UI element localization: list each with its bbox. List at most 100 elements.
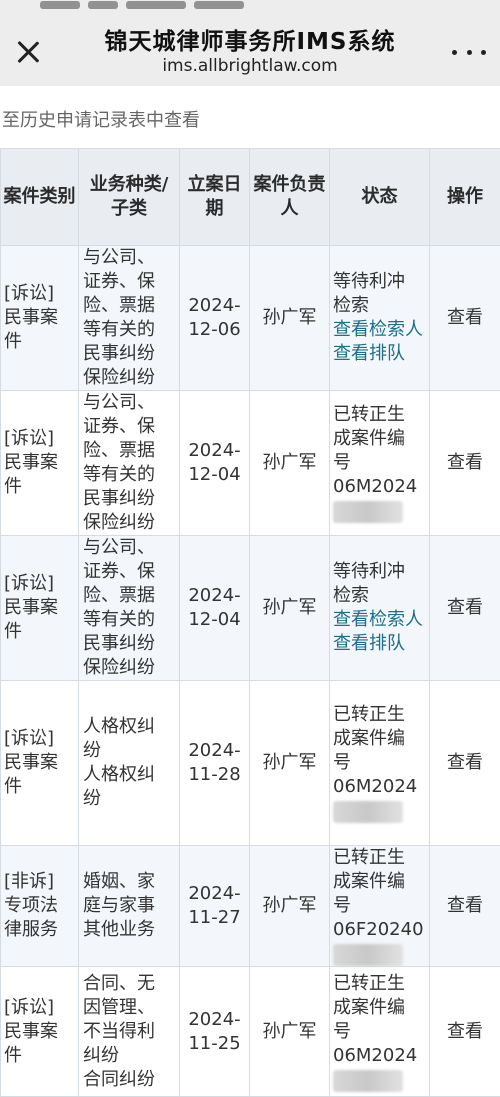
business-text: 民事纠纷 xyxy=(83,342,175,366)
view-button[interactable]: 查看 xyxy=(430,681,500,846)
category-text: [非诉] xyxy=(4,870,74,894)
category-text: [诉讼] xyxy=(4,996,74,1020)
column-header-status: 状态 xyxy=(330,149,430,246)
redacted-case-number xyxy=(333,501,403,523)
business-text: 与公司、 xyxy=(83,246,175,270)
table-row: [诉讼]民事案件人格权纠纷人格权纠纷2024-11-28孙广军已转正生成案件编号… xyxy=(1,681,500,846)
cell-category: [诉讼]民事案件 xyxy=(1,967,79,1097)
table-row: [诉讼]民事案件合同、无因管理、不当得利纠纷合同纠纷2024-11-25孙广军已… xyxy=(1,967,500,1097)
cell-business: 人格权纠纷人格权纠纷 xyxy=(79,681,180,846)
status-text: 06F20240 xyxy=(333,918,425,942)
close-icon[interactable] xyxy=(12,36,44,68)
cell-status: 等待利冲检索查看检索人查看排队 xyxy=(330,246,430,391)
view-button[interactable]: 查看 xyxy=(430,246,500,391)
cell-date: 2024-12-04 xyxy=(180,391,250,536)
date-text: 11-27 xyxy=(184,906,245,930)
status-text: 已转正生 xyxy=(333,403,425,427)
view-button[interactable]: 查看 xyxy=(430,391,500,536)
business-text: 其他业务 xyxy=(83,918,175,942)
category-text: [诉讼] xyxy=(4,572,74,596)
case-table: 案件类别 业务种类/子类 立案日期 案件负责人 状态 操作 [诉讼]民事案件与公… xyxy=(0,148,500,1097)
business-text: 纷 xyxy=(83,739,175,763)
business-text: 纠纷 xyxy=(83,1044,175,1068)
cell-category: [诉讼]民事案件 xyxy=(1,536,79,681)
business-text: 险、票据 xyxy=(83,439,175,463)
status-text: 成案件编 xyxy=(333,870,425,894)
business-text: 险、票据 xyxy=(83,294,175,318)
status-text: 成案件编 xyxy=(333,427,425,451)
cell-owner: 孙广军 xyxy=(250,846,330,967)
cell-date: 2024-11-27 xyxy=(180,846,250,967)
category-text: [诉讼] xyxy=(4,282,74,306)
cell-owner: 孙广军 xyxy=(250,681,330,846)
view-queue-link[interactable]: 查看排队 xyxy=(333,632,425,656)
business-text: 证券、保 xyxy=(83,270,175,294)
status-bar xyxy=(0,0,500,12)
redacted-case-number xyxy=(333,944,403,966)
status-text: 检索 xyxy=(333,584,425,608)
category-text: [诉讼] xyxy=(4,727,74,751)
status-text: 06M2024 xyxy=(333,475,425,499)
view-queue-link[interactable]: 查看排队 xyxy=(333,342,425,366)
status-text: 已转正生 xyxy=(333,972,425,996)
cell-status: 已转正生成案件编号06M2024 xyxy=(330,681,430,846)
status-text: 已转正生 xyxy=(333,703,425,727)
view-searcher-link[interactable]: 查看检索人 xyxy=(333,318,425,342)
cell-date: 2024-12-06 xyxy=(180,246,250,391)
table-row: [诉讼]民事案件与公司、证券、保险、票据等有关的民事纠纷保险纠纷2024-12-… xyxy=(1,246,500,391)
date-text: 12-04 xyxy=(184,463,245,487)
cell-business: 与公司、证券、保险、票据等有关的民事纠纷保险纠纷 xyxy=(79,246,180,391)
date-text: 11-25 xyxy=(184,1032,245,1056)
status-text: 06M2024 xyxy=(333,1044,425,1068)
date-text: 11-28 xyxy=(184,763,245,787)
redacted-case-number xyxy=(333,1070,403,1092)
business-text: 合同纠纷 xyxy=(83,1068,175,1092)
business-text: 婚姻、家 xyxy=(83,870,175,894)
table-header-row: 案件类别 业务种类/子类 立案日期 案件负责人 状态 操作 xyxy=(1,149,500,246)
cell-date: 2024-11-25 xyxy=(180,967,250,1097)
page-url: ims.allbrightlaw.com xyxy=(70,56,430,76)
cell-status: 已转正生成案件编号06M2024 xyxy=(330,391,430,536)
column-header-business: 业务种类/子类 xyxy=(79,149,180,246)
status-text: 号 xyxy=(333,1020,425,1044)
business-text: 证券、保 xyxy=(83,415,175,439)
business-text: 人格权纠 xyxy=(83,715,175,739)
view-button[interactable]: 查看 xyxy=(430,967,500,1097)
cell-category: [诉讼]民事案件 xyxy=(1,391,79,536)
business-text: 保险纠纷 xyxy=(83,656,175,680)
category-text: 民事案件 xyxy=(4,1020,74,1068)
status-text: 号 xyxy=(333,751,425,775)
column-header-category: 案件类别 xyxy=(1,149,79,246)
cell-business: 与公司、证券、保险、票据等有关的民事纠纷保险纠纷 xyxy=(79,391,180,536)
table-row: [非诉]专项法律服务婚姻、家庭与家事其他业务2024-11-27孙广军已转正生成… xyxy=(1,846,500,967)
page-title: 锦天城律师事务所IMS系统 xyxy=(70,22,430,56)
business-text: 人格权纠 xyxy=(83,763,175,787)
table-row: [诉讼]民事案件与公司、证券、保险、票据等有关的民事纠纷保险纠纷2024-12-… xyxy=(1,536,500,681)
category-text: 民事案件 xyxy=(4,306,74,354)
business-text: 不当得利 xyxy=(83,1020,175,1044)
business-text: 等有关的 xyxy=(83,318,175,342)
cell-status: 等待利冲检索查看检索人查看排队 xyxy=(330,536,430,681)
category-text: 民事案件 xyxy=(4,751,74,799)
status-bar-icons xyxy=(40,0,420,4)
business-text: 与公司、 xyxy=(83,536,175,560)
cell-owner: 孙广军 xyxy=(250,536,330,681)
business-text: 民事纠纷 xyxy=(83,632,175,656)
status-text: 已转正生 xyxy=(333,846,425,870)
business-text: 保险纠纷 xyxy=(83,366,175,390)
status-text: 成案件编 xyxy=(333,996,425,1020)
date-text: 2024- xyxy=(184,584,245,608)
view-searcher-link[interactable]: 查看检索人 xyxy=(333,608,425,632)
business-text: 证券、保 xyxy=(83,560,175,584)
view-button[interactable]: 查看 xyxy=(430,846,500,967)
more-menu-icon[interactable] xyxy=(452,38,486,66)
date-text: 2024- xyxy=(184,882,245,906)
view-button[interactable]: 查看 xyxy=(430,536,500,681)
cell-status: 已转正生成案件编号06M2024 xyxy=(330,967,430,1097)
cell-category: [诉讼]民事案件 xyxy=(1,681,79,846)
cell-owner: 孙广军 xyxy=(250,246,330,391)
status-text: 成案件编 xyxy=(333,727,425,751)
cell-date: 2024-12-04 xyxy=(180,536,250,681)
column-header-action: 操作 xyxy=(430,149,500,246)
business-text: 与公司、 xyxy=(83,391,175,415)
